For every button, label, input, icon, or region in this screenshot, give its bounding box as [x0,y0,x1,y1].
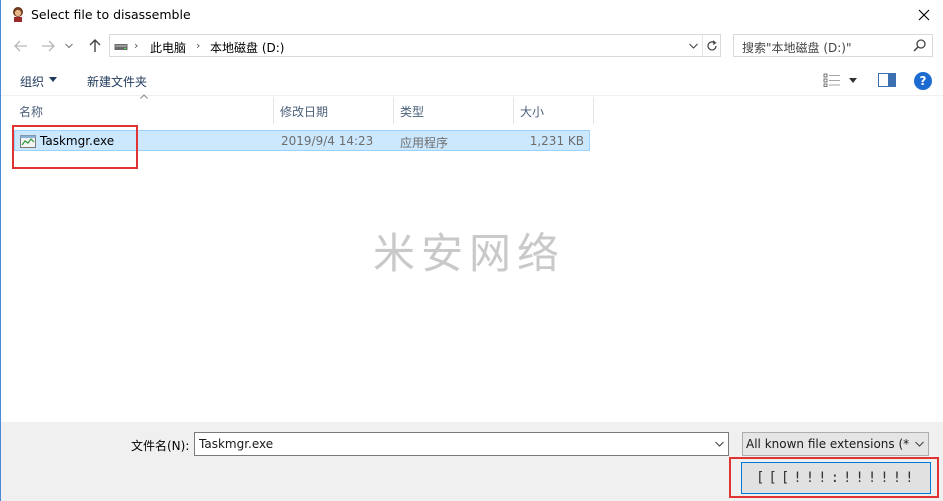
close-button[interactable] [904,0,943,30]
drive-icon [114,44,128,50]
search-placeholder: 搜索"本地磁盘 (D:)" [742,41,852,55]
file-type-filter-select[interactable]: All known file extensions (*.3 [742,432,929,456]
breadcrumb-local-disk-d[interactable]: 本地磁盘 (D:) [210,39,284,56]
filename-input[interactable]: Taskmgr.exe [194,432,729,456]
filename-value: Taskmgr.exe [199,437,274,451]
help-icon[interactable]: ? [914,72,932,90]
breadcrumb-separator: › [196,39,201,52]
preview-pane-icon[interactable] [878,73,896,87]
file-type-filter-value: All known file extensions (*.3 [746,437,921,451]
breadcrumb-separator: › [134,39,139,52]
app-icon [13,7,23,22]
refresh-icon [707,39,717,50]
column-header-name[interactable]: 名称 [13,97,274,124]
address-history-dropdown[interactable] [684,35,702,56]
file-modified-date: 2019/9/4 14:23 [281,134,374,148]
file-type: 应用程序 [400,136,449,150]
file-open-dialog: Select file to disassemble › 此电脑 › 本地磁盘 … [0,0,943,501]
title-bar: Select file to disassemble [1,0,943,30]
view-options-icon[interactable] [823,73,841,87]
column-header-type[interactable]: 类型 [394,97,514,124]
back-arrow-icon [14,40,27,52]
file-size: 1,231 KB [529,134,584,148]
new-folder-button[interactable]: 新建文件夹 [87,73,147,90]
chevron-down-icon [688,43,698,49]
command-bar: 组织 新建文件夹 ? [1,66,943,96]
column-header-modified[interactable]: 修改日期 [274,97,394,124]
filename-dropdown[interactable] [710,433,728,455]
up-arrow-icon [89,39,101,52]
highlight-box-file [12,125,138,169]
window-title: Select file to disassemble [31,7,191,22]
column-header-size[interactable]: 大小 [514,97,594,124]
navigation-bar: › 此电脑 › 本地磁盘 (D:) 搜索"本地磁盘 (D:)" [1,34,943,58]
search-input[interactable]: 搜索"本地磁盘 (D:)" [733,34,933,57]
chevron-down-icon [914,441,924,447]
highlight-box-open-button [729,457,939,498]
address-bar[interactable]: › 此电脑 › 本地磁盘 (D:) [109,34,721,57]
view-options-caret[interactable] [849,78,857,83]
file-type-filter-dropdown[interactable] [910,433,928,455]
up-button[interactable] [85,36,105,56]
refresh-button[interactable] [702,35,721,56]
chevron-down-icon [714,441,724,447]
search-icon [913,39,926,52]
close-icon [918,9,930,21]
breadcrumb-this-pc[interactable]: 此电脑 [150,39,186,56]
filename-label: 文件名(N): [131,439,190,453]
forward-arrow-icon [42,40,55,52]
recent-locations-button[interactable] [62,36,76,56]
recent-chevron-icon [65,43,73,49]
organize-button[interactable]: 组织 [20,73,44,90]
organize-dropdown-caret[interactable] [49,77,57,82]
watermark: 米安网络 [373,229,566,278]
forward-button[interactable] [38,36,58,56]
back-button[interactable] [11,36,31,56]
